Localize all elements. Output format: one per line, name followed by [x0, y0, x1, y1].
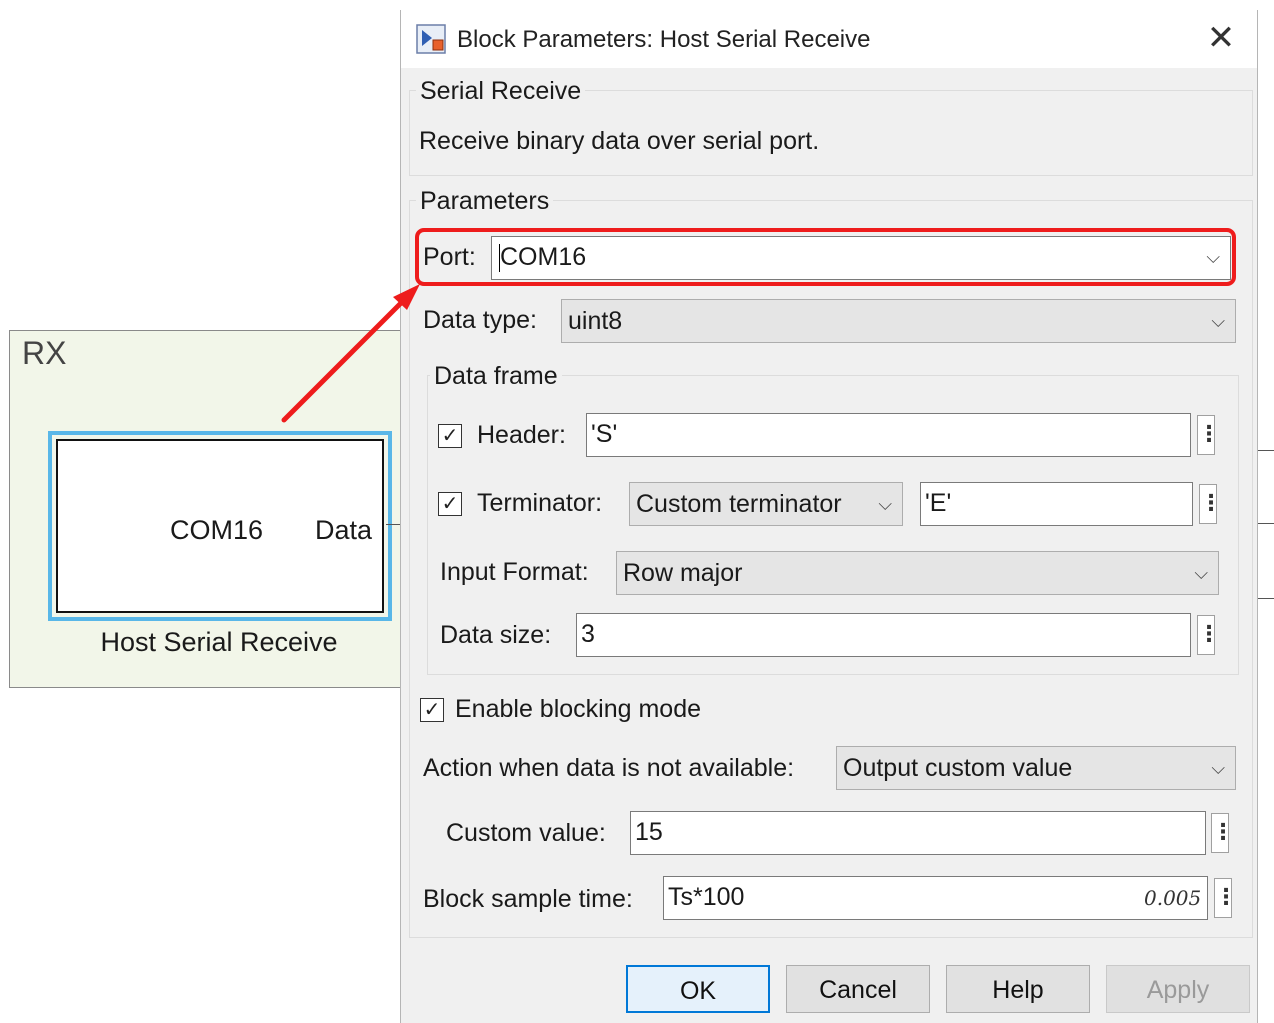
data-size-field[interactable]: 3 [576, 613, 1191, 657]
chevron-down-icon: ⌵ [1211, 311, 1225, 331]
header-field[interactable]: 'S' [586, 413, 1191, 457]
dialog-titlebar[interactable]: Block Parameters: Host Serial Receive ✕ [401, 10, 1257, 68]
block-output-port-label: Data [315, 515, 373, 545]
terminator-type-value: Custom terminator [636, 490, 842, 518]
apply-button[interactable]: Apply [1106, 965, 1250, 1013]
sample-time-field[interactable]: Ts*100 [663, 876, 1208, 920]
enable-blocking-label: Enable blocking mode [455, 695, 701, 723]
terminator-checkbox[interactable]: ✓ [438, 492, 462, 516]
data-size-more-icon[interactable]: ⋮ [1197, 615, 1220, 655]
terminator-type-dropdown[interactable]: Custom terminator ⌵ [629, 482, 903, 526]
action-value: Output custom value [843, 754, 1073, 782]
port-highlight-box [415, 228, 1236, 286]
input-format-label: Input Format: [440, 558, 589, 586]
custom-value-more-icon[interactable]: ⋮ [1211, 813, 1234, 853]
description-group: Serial Receive Receive binary data over … [409, 77, 1253, 176]
close-icon[interactable]: ✕ [1203, 20, 1239, 56]
block-name-label[interactable]: Host Serial Receive [10, 627, 428, 658]
input-format-value: Row major [623, 559, 743, 587]
sample-time-evaluated-value: 0.005 [1144, 886, 1202, 910]
custom-value-field[interactable]: 15 [630, 811, 1206, 855]
block-parameters-dialog: Block Parameters: Host Serial Receive ✕ … [400, 10, 1258, 1023]
signal-line [1258, 523, 1274, 524]
header-label: Header: [477, 421, 566, 449]
header-more-icon[interactable]: ⋮ [1197, 415, 1220, 455]
custom-value-label: Custom value: [446, 819, 606, 847]
terminator-field[interactable]: 'E' [920, 482, 1193, 526]
block-parameter-label: COM16 [170, 515, 264, 545]
cancel-button[interactable]: Cancel [786, 965, 930, 1013]
input-format-dropdown[interactable]: Row major ⌵ [616, 551, 1219, 595]
signal-line [1258, 450, 1274, 451]
subsystem-title: RX [22, 335, 67, 371]
enable-blocking-checkbox[interactable]: ✓ [420, 698, 444, 722]
subsystem-rx[interactable]: RX COM16 Data Host Serial Receive [9, 330, 409, 688]
data-type-value: uint8 [568, 307, 623, 335]
parameters-group-label: Parameters [416, 187, 554, 216]
simulink-block-icon [416, 24, 446, 54]
description-group-label: Serial Receive [416, 77, 586, 106]
chevron-down-icon: ⌵ [1211, 758, 1225, 778]
data-frame-group-label: Data frame [430, 362, 562, 391]
action-dropdown[interactable]: Output custom value ⌵ [836, 746, 1236, 790]
data-type-dropdown[interactable]: uint8 ⌵ [561, 299, 1236, 343]
host-serial-receive-block[interactable]: COM16 Data [48, 431, 392, 621]
terminator-more-icon[interactable]: ⋮ [1199, 484, 1222, 524]
description-text: Receive binary data over serial port. [419, 127, 820, 155]
chevron-down-icon: ⌵ [878, 494, 892, 514]
signal-line [1258, 598, 1274, 599]
sample-time-more-icon[interactable]: ⋮ [1214, 878, 1237, 918]
data-type-label: Data type: [423, 306, 537, 334]
action-label: Action when data is not available: [423, 754, 795, 782]
chevron-down-icon: ⌵ [1194, 563, 1208, 583]
dialog-title: Block Parameters: Host Serial Receive [457, 26, 871, 53]
data-size-label: Data size: [440, 621, 552, 649]
block-body: COM16 Data [56, 439, 384, 613]
sample-time-label: Block sample time: [423, 885, 633, 913]
ok-button[interactable]: OK [626, 965, 770, 1013]
sample-time-value: Ts*100 [668, 883, 745, 911]
terminator-label: Terminator: [477, 489, 603, 517]
help-button[interactable]: Help [946, 965, 1090, 1013]
header-checkbox[interactable]: ✓ [438, 424, 462, 448]
